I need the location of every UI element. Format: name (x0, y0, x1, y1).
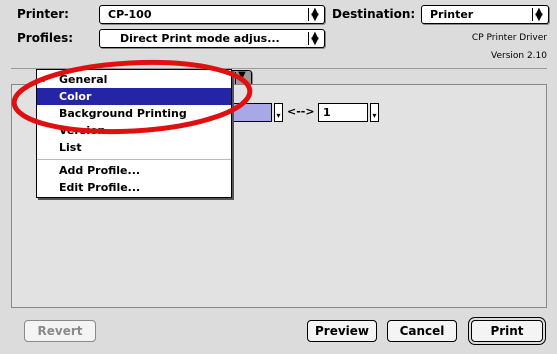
menu-item-label: Add Profile... (59, 164, 141, 177)
menu-item-background-printing[interactable]: Background Printing (37, 105, 231, 122)
menu-item-general[interactable]: ✓ General (37, 71, 231, 88)
checkmark-icon: ✓ (41, 73, 51, 86)
printer-value: CP-100 (108, 8, 152, 21)
menu-item-list[interactable]: List (37, 139, 231, 156)
profiles-value: Direct Print mode adjus... (120, 32, 280, 45)
popup-arrows-icon: ▲ ▼ (308, 7, 321, 23)
range-to-stepper[interactable]: ▾ (370, 103, 379, 122)
driver-version: Version 2.10 (491, 51, 547, 61)
printer-label: Printer: (17, 7, 69, 21)
range-to-field[interactable]: 1 (318, 103, 368, 122)
range-separator: <--> (287, 105, 315, 118)
menu-item-edit-profile[interactable]: Edit Profile... (37, 179, 231, 196)
menu-separator (37, 159, 231, 160)
menu-item-label: Edit Profile... (59, 181, 141, 194)
menu-item-label: General (59, 73, 108, 86)
menu-item-color[interactable]: Color (37, 88, 231, 105)
destination-popup[interactable]: Printer ▲ ▼ (421, 5, 549, 24)
printer-popup[interactable]: CP-100 ▲ ▼ (99, 5, 325, 24)
menu-item-label: List (59, 141, 82, 154)
preview-button[interactable]: Preview (307, 320, 377, 342)
section-menu: ✓ General Color Background Printing Vers… (36, 69, 232, 198)
popup-arrows-icon: ▲ ▼ (308, 31, 321, 47)
profiles-label: Profiles: (17, 31, 74, 45)
destination-value: Printer (430, 8, 474, 21)
menu-item-add-profile[interactable]: Add Profile... (37, 162, 231, 179)
menu-item-label: Version (59, 124, 106, 137)
menu-item-label: Background Printing (59, 107, 187, 120)
menu-item-version[interactable]: Version (37, 122, 231, 139)
cancel-button[interactable]: Cancel (387, 320, 457, 342)
popup-arrows-icon: ▼ (235, 71, 248, 84)
range-from-stepper[interactable]: ▾ (274, 103, 283, 122)
menu-item-label: Color (59, 90, 92, 103)
revert-button[interactable]: Revert (24, 320, 96, 342)
profiles-popup[interactable]: Direct Print mode adjus... ▲ ▼ (99, 29, 325, 48)
popup-arrows-icon: ▲ ▼ (532, 7, 545, 23)
driver-name: CP Printer Driver (471, 33, 547, 43)
print-button[interactable]: Print (471, 320, 543, 342)
destination-label: Destination: (332, 7, 416, 21)
